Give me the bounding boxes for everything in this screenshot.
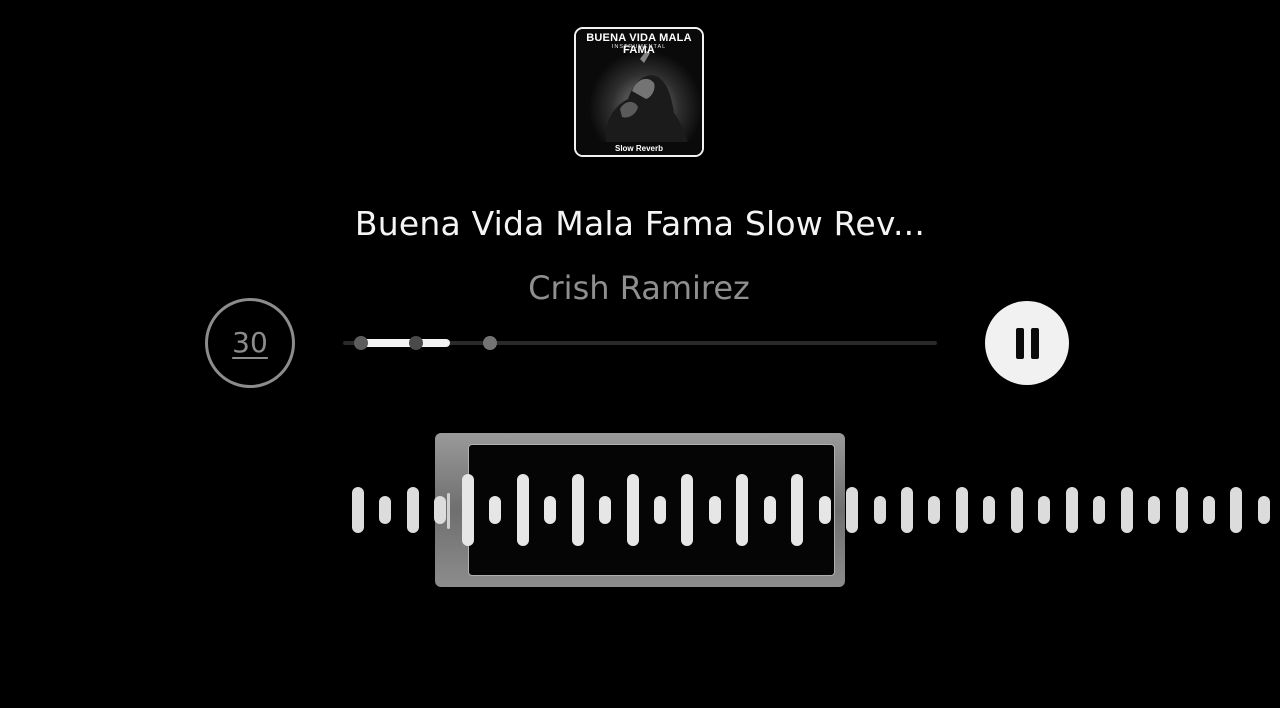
playback-progress-bar[interactable] [343, 335, 937, 351]
skip-30-icon: 30 [232, 325, 268, 359]
waveform-bar [434, 496, 446, 524]
waveform-bar [709, 496, 721, 524]
audio-clip-editor: BUENA VIDA MALA FAMA INSTRUMENTAL Slow R… [0, 0, 1280, 708]
waveform-bar [956, 487, 968, 533]
waveform-bar [1176, 487, 1188, 533]
waveform-bar [1011, 487, 1023, 533]
waveform-bar [379, 496, 391, 524]
waveform-bar [791, 474, 803, 546]
waveform-bar [462, 474, 474, 546]
waveform-bar [1066, 487, 1078, 533]
progress-marker [409, 336, 423, 350]
waveform[interactable] [0, 430, 1280, 590]
pause-button[interactable] [985, 301, 1069, 385]
progress-fill [360, 339, 450, 347]
waveform-bar [874, 496, 886, 524]
waveform-bar [736, 474, 748, 546]
waveform-bar [928, 496, 940, 524]
waveform-bar [599, 496, 611, 524]
waveform-bar [407, 487, 419, 533]
waveform-bar [572, 474, 584, 546]
waveform-bar [489, 496, 501, 524]
progress-marker[interactable] [483, 336, 497, 350]
track-title: Buena Vida Mala Fama Slow Rev... [354, 204, 926, 243]
waveform-bar [1038, 496, 1050, 524]
waveform-bar [846, 487, 858, 533]
waveform-bar [1148, 496, 1160, 524]
skip-30-button[interactable]: 30 [205, 298, 295, 388]
progress-marker [354, 336, 368, 350]
waveform-bar [1203, 496, 1215, 524]
album-cover: BUENA VIDA MALA FAMA INSTRUMENTAL Slow R… [574, 27, 704, 157]
track-artist: Crish Ramirez [528, 269, 750, 307]
album-cover-subtitle: INSTRUMENTAL [611, 44, 667, 50]
waveform-bar [517, 474, 529, 546]
waveform-bar [901, 487, 913, 533]
waveform-bar [1230, 487, 1242, 533]
waveform-bar [352, 487, 364, 533]
waveform-bar [1093, 496, 1105, 524]
waveform-bar [681, 474, 693, 546]
waveform-bar [1121, 487, 1133, 533]
pause-icon [1015, 327, 1039, 359]
selection-handle[interactable] [447, 493, 450, 529]
waveform-bar [654, 496, 666, 524]
waveform-bar [1258, 496, 1270, 524]
waveform-bar [544, 496, 556, 524]
waveform-bar [983, 496, 995, 524]
waveform-bar [627, 474, 639, 546]
waveform-bar [764, 496, 776, 524]
album-cover-footer: Slow Reverb [576, 142, 702, 155]
waveform-bar [819, 496, 831, 524]
